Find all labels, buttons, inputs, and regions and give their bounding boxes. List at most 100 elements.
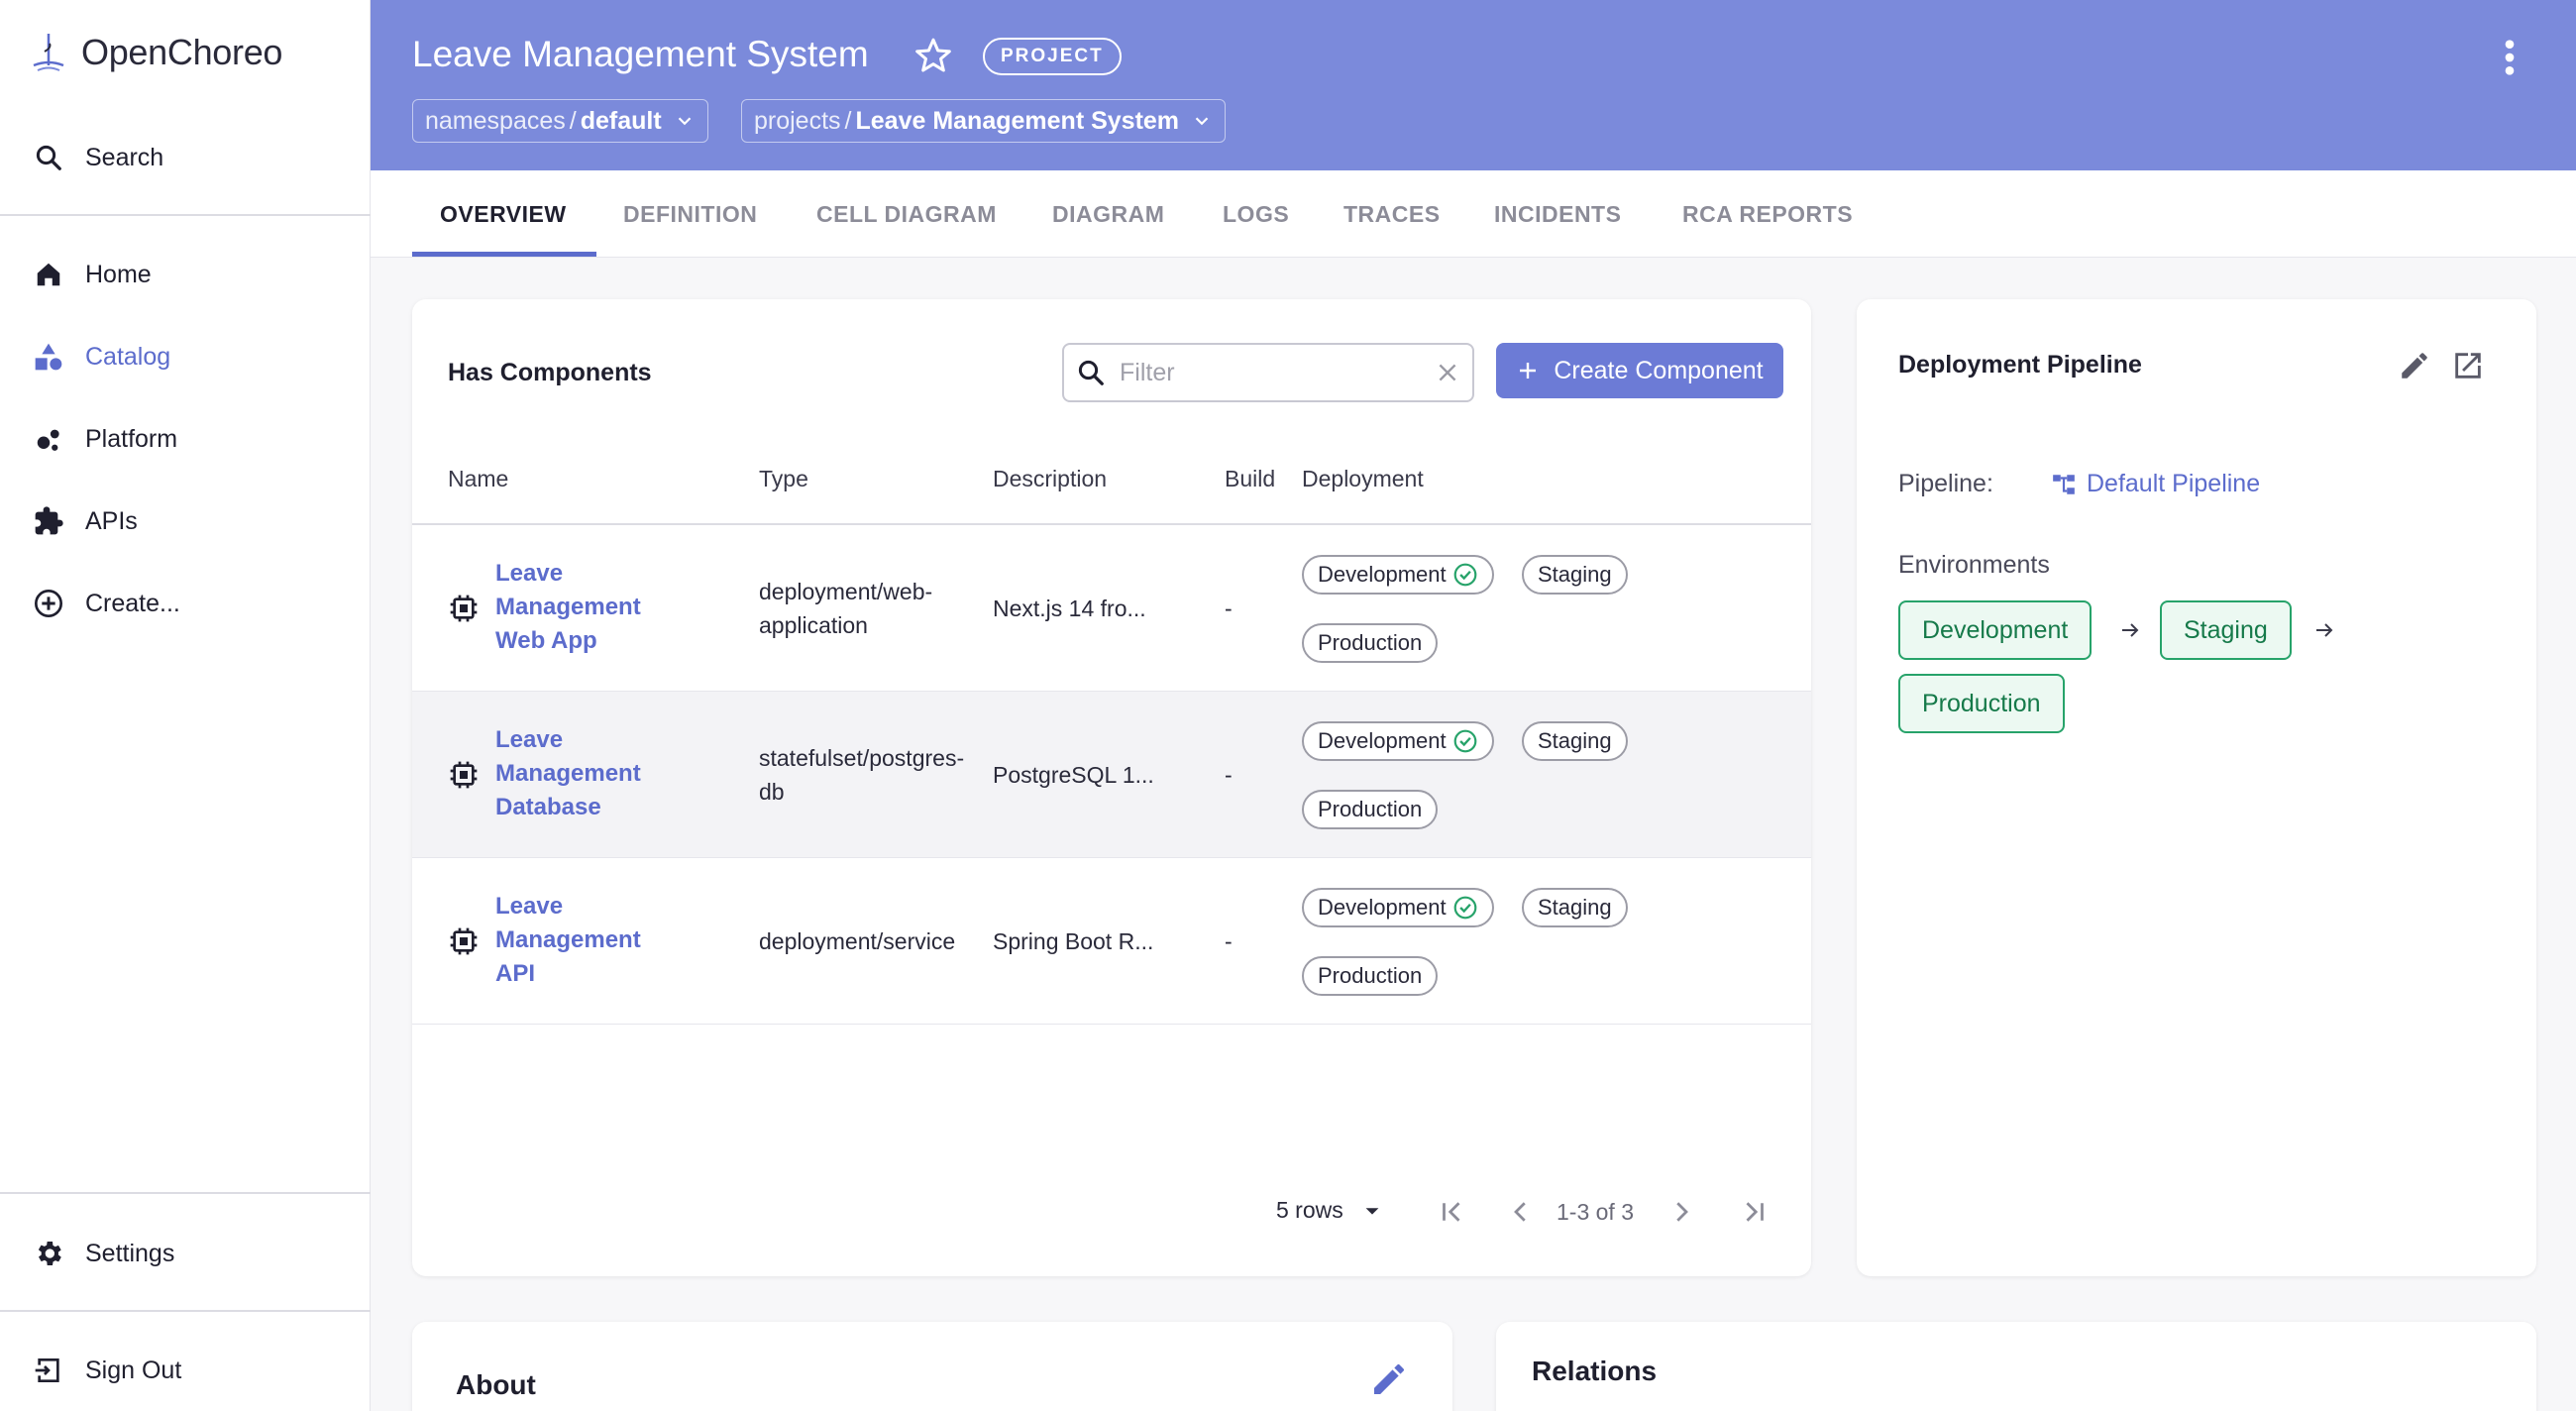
environments-label: Environments bbox=[1898, 551, 2050, 579]
env-chip-development[interactable]: Development bbox=[1302, 555, 1494, 595]
openchoreo-logo-icon bbox=[33, 34, 64, 71]
sidebar-item-search[interactable]: Search bbox=[32, 133, 163, 182]
sidebar-item-label: Home bbox=[85, 260, 152, 288]
column-header-name[interactable]: Name bbox=[448, 466, 508, 492]
tab-diagram[interactable]: DIAGRAM bbox=[1052, 170, 1164, 258]
sidebar-item-label: Sign Out bbox=[85, 1356, 182, 1384]
env-chip-development[interactable]: Development bbox=[1302, 888, 1494, 927]
sidebar-item-platform[interactable]: Platform bbox=[32, 414, 177, 464]
create-component-button[interactable]: Create Component bbox=[1496, 343, 1783, 398]
env-label: Staging bbox=[1538, 562, 1612, 587]
column-header-build[interactable]: Build bbox=[1225, 466, 1275, 492]
puzzle-icon bbox=[32, 504, 65, 538]
sidebar: OpenChoreo Search Home Catalog Platform … bbox=[0, 0, 371, 1411]
rows-per-page-value: 5 rows bbox=[1276, 1197, 1343, 1223]
crumb-value: Leave Management System bbox=[855, 106, 1180, 135]
name-line: Management bbox=[495, 926, 641, 953]
brand-name: OpenChoreo bbox=[81, 32, 283, 72]
star-icon[interactable] bbox=[913, 36, 953, 75]
column-header-deployment[interactable]: Deployment bbox=[1302, 466, 1424, 492]
column-header-type[interactable]: Type bbox=[759, 466, 808, 492]
env-chip-development[interactable]: Development bbox=[1302, 721, 1494, 761]
pipeline-card-title: Deployment Pipeline bbox=[1898, 351, 2142, 379]
tab-incidents[interactable]: INCIDENTS bbox=[1494, 170, 1621, 258]
relations-title: Relations bbox=[1532, 1356, 1658, 1386]
env-chip-staging[interactable]: Staging bbox=[1522, 888, 1628, 927]
name-line: Leave bbox=[495, 560, 564, 587]
tab-cell-diagram[interactable]: CELL DIAGRAM bbox=[816, 170, 997, 258]
env-chip-staging[interactable]: Staging bbox=[1522, 555, 1628, 595]
type-line: deployment/service bbox=[759, 928, 956, 954]
components-title: Has Components bbox=[448, 359, 652, 386]
stage-staging[interactable]: Staging bbox=[2160, 600, 2292, 660]
create-component-label: Create Component bbox=[1554, 356, 1764, 384]
table-row[interactable]: Leave Management API deployment/service … bbox=[412, 858, 1811, 1025]
env-label: Staging bbox=[1538, 895, 1612, 920]
catalog-icon bbox=[32, 340, 65, 374]
env-chip-staging[interactable]: Staging bbox=[1522, 721, 1628, 761]
account-tree-icon bbox=[2053, 474, 2075, 494]
home-icon bbox=[32, 258, 65, 291]
component-name-link[interactable]: Leave Management API bbox=[495, 890, 664, 991]
table-row[interactable]: Leave Management Web App deployment/web-… bbox=[412, 525, 1811, 692]
env-chip-production[interactable]: Production bbox=[1302, 956, 1439, 996]
components-card: Has Components Filter Create Component N… bbox=[412, 299, 1811, 1276]
crumb-value: default bbox=[580, 106, 662, 135]
sidebar-item-label: Platform bbox=[85, 424, 178, 453]
sidebar-item-settings[interactable]: Settings bbox=[32, 1229, 174, 1278]
next-page-icon[interactable] bbox=[1666, 1197, 1696, 1227]
filter-placeholder: Filter bbox=[1120, 358, 1175, 386]
component-name-link[interactable]: Leave Management Web App bbox=[495, 557, 664, 658]
first-page-icon[interactable] bbox=[1437, 1197, 1466, 1227]
rows-per-page-select[interactable]: 5 rows bbox=[1276, 1197, 1383, 1224]
sidebar-item-label: Catalog bbox=[85, 342, 171, 371]
clear-icon[interactable] bbox=[1435, 360, 1460, 385]
env-chip-production[interactable]: Production bbox=[1302, 790, 1439, 829]
more-vert-icon[interactable] bbox=[2503, 38, 2517, 77]
chevron-down-icon bbox=[678, 117, 691, 126]
edit-icon[interactable] bbox=[2398, 349, 2431, 382]
search-icon bbox=[32, 141, 65, 174]
table-row[interactable]: Leave Management Database statefulset/po… bbox=[412, 692, 1811, 858]
tab-logs[interactable]: LOGS bbox=[1223, 170, 1289, 258]
open-in-new-icon[interactable] bbox=[2451, 349, 2485, 382]
tab-rca-reports[interactable]: RCA REPORTS bbox=[1682, 170, 1853, 258]
brand[interactable]: OpenChoreo bbox=[30, 30, 282, 75]
sidebar-item-catalog[interactable]: Catalog bbox=[32, 332, 170, 381]
deployment-pipeline-card: Deployment Pipeline Pipeline: Default Pi… bbox=[1857, 299, 2536, 1276]
env-label: Production bbox=[1318, 630, 1423, 655]
add-circle-icon bbox=[32, 587, 65, 620]
page-range: 1-3 of 3 bbox=[1556, 1199, 1634, 1225]
column-header-description[interactable]: Description bbox=[993, 466, 1107, 492]
tab-definition[interactable]: DEFINITION bbox=[623, 170, 757, 258]
previous-page-icon[interactable] bbox=[1506, 1197, 1536, 1227]
build-cell: - bbox=[1225, 928, 1233, 954]
description-cell: Next.js 14 fro... bbox=[993, 596, 1146, 621]
default-pipeline-link[interactable]: Default Pipeline bbox=[2051, 470, 2260, 498]
tab-overview[interactable]: OVERVIEW bbox=[440, 170, 567, 258]
env-chip-production[interactable]: Production bbox=[1302, 623, 1439, 663]
check-circle-icon bbox=[1453, 729, 1477, 753]
type-line: application bbox=[759, 612, 868, 638]
type-line: statefulset/postgres- bbox=[759, 745, 965, 771]
last-page-icon[interactable] bbox=[1740, 1197, 1770, 1227]
component-name-link[interactable]: Leave Management Database bbox=[495, 723, 664, 824]
sidebar-item-apis[interactable]: APIs bbox=[32, 496, 138, 546]
edit-icon[interactable] bbox=[1369, 1359, 1409, 1399]
project-selector[interactable]: projects / Leave Management System bbox=[741, 99, 1227, 143]
name-line: Database bbox=[495, 794, 601, 820]
sidebar-item-home[interactable]: Home bbox=[32, 250, 152, 299]
tab-traces[interactable]: TRACES bbox=[1343, 170, 1441, 258]
sidebar-item-create[interactable]: Create... bbox=[32, 579, 180, 628]
active-tab-indicator bbox=[412, 252, 596, 257]
namespace-selector[interactable]: namespaces / default bbox=[412, 99, 708, 143]
stage-production[interactable]: Production bbox=[1898, 674, 2065, 733]
sidebar-item-label: Settings bbox=[85, 1239, 175, 1267]
env-label: Staging bbox=[1538, 728, 1612, 753]
description-cell: PostgreSQL 1... bbox=[993, 762, 1154, 788]
filter-input[interactable]: Filter bbox=[1062, 343, 1474, 402]
stage-development[interactable]: Development bbox=[1898, 600, 2093, 660]
sidebar-item-sign-out[interactable]: Sign Out bbox=[32, 1346, 181, 1395]
sign-out-icon bbox=[32, 1354, 65, 1387]
caret-down-icon bbox=[1365, 1207, 1379, 1215]
